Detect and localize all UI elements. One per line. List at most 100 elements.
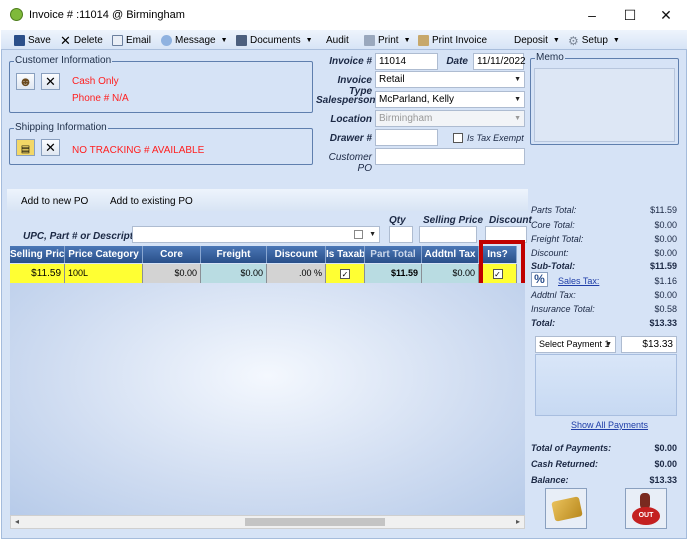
select-customer-button[interactable]: ☻ (16, 73, 35, 90)
grid-header: Selling Price Price Category Core Freigh… (10, 246, 517, 263)
qty-label: Qty (389, 215, 406, 226)
total-payments-value: $0.00 (654, 443, 677, 453)
message-dropdown[interactable]: Message ▼ (161, 33, 228, 48)
window-title: Invoice # :11014 @ Birmingham (29, 9, 185, 21)
cell-freight[interactable]: $0.00 (201, 264, 267, 283)
save-button[interactable]: Save (14, 33, 51, 48)
cell-price-category[interactable]: 100L (65, 264, 143, 283)
search-checkbox[interactable] (354, 230, 363, 239)
truck-icon: ▤ (20, 144, 31, 155)
grid-body (10, 283, 525, 515)
chevron-down-icon: ▼ (605, 341, 612, 348)
cell-addtnl-tax[interactable]: $0.00 (422, 264, 479, 283)
addtnl-tax-label: Addtnl Tax: (531, 290, 576, 300)
minimize-button[interactable]: – (578, 5, 606, 25)
speech-bubble-icon (161, 35, 172, 46)
date-field[interactable]: 11/11/2022 (473, 53, 526, 70)
documents-icon (236, 35, 247, 46)
x-icon: ✕ (45, 74, 56, 89)
shipping-button[interactable]: ▤ (16, 139, 35, 156)
discount-total-label: Discount: (531, 248, 569, 258)
freight-total-value: $0.00 (654, 234, 677, 244)
checkout-button[interactable]: OUT (625, 488, 667, 529)
table-row[interactable]: $11.59 100L $0.00 $0.00 .00 % ✓ $11.59 $… (10, 264, 517, 283)
qty-input[interactable] (389, 226, 413, 243)
payments-list[interactable] (535, 354, 677, 416)
audit-button[interactable]: Audit (326, 33, 349, 48)
horizontal-scrollbar[interactable]: ◂ ▸ (10, 515, 525, 529)
chevron-down-icon: ▼ (220, 37, 228, 44)
setup-dropdown[interactable]: ⚙ Setup ▼ (568, 33, 620, 48)
chevron-down-icon: ▼ (612, 37, 620, 44)
balance-label: Balance: (531, 475, 569, 485)
add-to-new-po-tab[interactable]: Add to new PO (21, 196, 88, 207)
payment-card-button[interactable] (545, 488, 587, 529)
col-is-taxable[interactable]: Is Taxab (326, 246, 365, 263)
cash-returned-value: $0.00 (654, 459, 677, 469)
cell-part-total: $11.59 (365, 264, 422, 283)
total-value: $13.33 (649, 318, 677, 328)
email-button[interactable]: Email (112, 33, 151, 48)
selling-price-label: Selling Price (423, 215, 484, 226)
date-label: Date (446, 56, 468, 67)
payment-amount-field[interactable]: $13.33 (621, 336, 677, 353)
upc-search-input[interactable]: ▼ (132, 226, 380, 243)
scroll-left-icon[interactable]: ◂ (15, 516, 19, 528)
col-addtnl-tax[interactable]: Addtnl Tax (422, 246, 479, 263)
discount-label: Discount (489, 215, 532, 226)
customer-info-legend: Customer Information (14, 55, 113, 66)
print-dropdown[interactable]: Print ▼ (364, 33, 411, 48)
cell-discount[interactable]: .00 % (267, 264, 326, 283)
invoice-type-value: Retail (379, 74, 405, 85)
maximize-button[interactable]: ☐ (616, 5, 644, 25)
sales-tax-value: $1.16 (654, 276, 677, 286)
sales-tax-link[interactable]: Sales Tax: (558, 276, 599, 286)
customer-po-field[interactable] (375, 148, 525, 165)
clear-customer-button[interactable]: ✕ (41, 73, 60, 90)
percent-icon[interactable]: % (531, 272, 548, 287)
location-value: Birmingham (379, 113, 433, 124)
scroll-right-icon[interactable]: ▸ (516, 516, 520, 528)
col-core[interactable]: Core (143, 246, 201, 263)
x-icon: ✕ (45, 140, 56, 155)
message-label: Message (175, 35, 216, 46)
location-label: Location (330, 114, 372, 125)
taxable-checkbox[interactable]: ✓ (340, 268, 350, 279)
col-selling-price[interactable]: Selling Price (10, 246, 65, 263)
cell-core[interactable]: $0.00 (143, 264, 201, 283)
chevron-down-icon: ▼ (552, 37, 560, 44)
clear-shipping-button[interactable]: ✕ (41, 139, 60, 156)
invoice-type-select[interactable]: Retail ▼ (375, 71, 525, 88)
col-price-category[interactable]: Price Category (65, 246, 143, 263)
cell-selling-price[interactable]: $11.59 (10, 264, 65, 283)
add-to-existing-po-tab[interactable]: Add to existing PO (110, 196, 193, 207)
discount-total-value: $0.00 (654, 248, 677, 258)
memo-textarea[interactable] (534, 68, 675, 142)
invoice-number-field[interactable]: 11014 (375, 53, 438, 70)
deposit-dropdown[interactable]: Deposit ▼ (514, 33, 560, 48)
delete-button[interactable]: ✕ Delete (60, 33, 103, 48)
tax-exempt-checkbox[interactable] (453, 133, 463, 143)
title-bar: Invoice # :11014 @ Birmingham – ☐ ✕ (0, 0, 688, 30)
close-button[interactable]: ✕ (652, 5, 680, 25)
selling-price-input[interactable] (419, 226, 477, 243)
invoice-type-label: Invoice Type (337, 75, 372, 97)
scrollbar-thumb[interactable] (245, 518, 385, 526)
drawer-field[interactable] (375, 129, 438, 146)
col-freight[interactable]: Freight (201, 246, 267, 263)
email-label: Email (126, 35, 152, 46)
insurance-total-value: $0.58 (654, 304, 677, 314)
payment-type-select[interactable]: Select Payment 1 ▼ (535, 336, 616, 353)
col-part-total[interactable]: Part Total (365, 246, 422, 263)
gear-icon: ⚙ (568, 33, 579, 48)
deposit-label: Deposit (514, 35, 548, 46)
documents-dropdown[interactable]: Documents ▼ (236, 33, 313, 48)
print-label: Print (378, 35, 399, 46)
salesperson-select[interactable]: McParland, Kelly ▼ (375, 91, 525, 108)
col-discount[interactable]: Discount (267, 246, 326, 263)
print-invoice-button[interactable]: Print Invoice (418, 33, 487, 48)
location-select[interactable]: Birmingham ▼ (375, 110, 525, 127)
envelope-icon (112, 35, 123, 46)
cell-is-taxable[interactable]: ✓ (326, 264, 365, 283)
show-all-payments-link[interactable]: Show All Payments (571, 420, 648, 430)
